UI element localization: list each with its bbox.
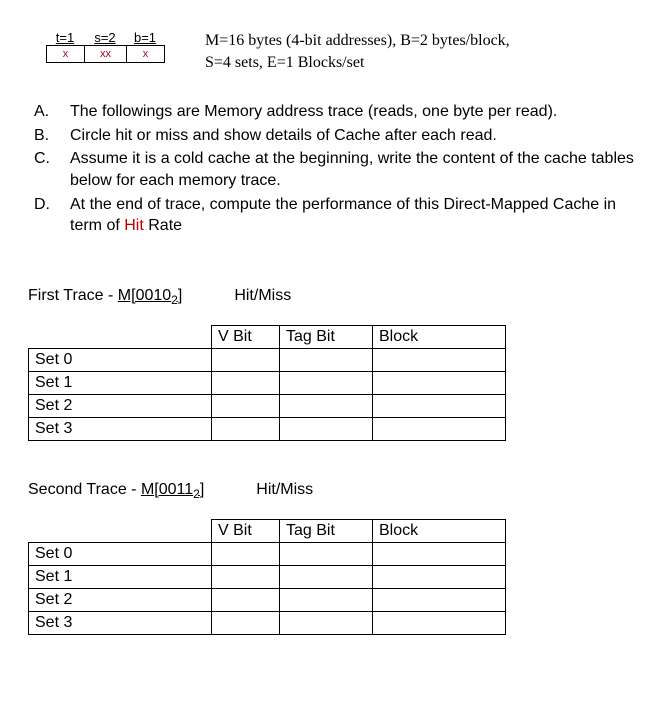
block-bits-cell: x bbox=[126, 45, 165, 63]
vbit-cell[interactable] bbox=[212, 394, 280, 417]
table-header-row: V Bit Tag Bit Block bbox=[29, 325, 506, 348]
trace-address-sub: 2 bbox=[171, 293, 178, 307]
address-format-boxes: x xx x bbox=[46, 45, 165, 63]
question-text: The followings are Memory address trace … bbox=[70, 101, 643, 123]
tagbit-cell[interactable] bbox=[280, 394, 373, 417]
question-letter: A. bbox=[34, 101, 54, 123]
table-row: Set 2 bbox=[29, 589, 506, 612]
block-cell[interactable] bbox=[373, 566, 506, 589]
vbit-cell[interactable] bbox=[212, 348, 280, 371]
table-corner bbox=[29, 520, 212, 543]
set-label: Set 3 bbox=[29, 417, 212, 440]
tagbit-cell[interactable] bbox=[280, 348, 373, 371]
table-row: Set 3 bbox=[29, 612, 506, 635]
second-trace-label: Second Trace - M[00112] Hit/Miss bbox=[28, 481, 643, 501]
set-bits-label: s=2 bbox=[84, 30, 126, 45]
question-a: A. The followings are Memory address tra… bbox=[34, 101, 643, 123]
trace-name: Second Trace bbox=[28, 481, 131, 498]
question-d: D. At the end of trace, compute the perf… bbox=[34, 194, 643, 237]
second-cache-table: V Bit Tag Bit Block Set 0 Set 1 Set 2 Se… bbox=[28, 519, 506, 635]
trace-dash: - bbox=[131, 481, 141, 498]
question-d-post: Rate bbox=[144, 217, 182, 234]
question-text: At the end of trace, compute the perform… bbox=[70, 194, 643, 237]
set-label: Set 1 bbox=[29, 371, 212, 394]
block-cell[interactable] bbox=[373, 348, 506, 371]
question-letter: D. bbox=[34, 194, 54, 237]
block-cell[interactable] bbox=[373, 589, 506, 612]
vbit-cell[interactable] bbox=[212, 371, 280, 394]
tagbit-cell[interactable] bbox=[280, 543, 373, 566]
set-label: Set 0 bbox=[29, 543, 212, 566]
cache-config: M=16 bytes (4-bit addresses), B=2 bytes/… bbox=[205, 30, 510, 73]
question-letter: B. bbox=[34, 125, 54, 147]
block-header: Block bbox=[373, 325, 506, 348]
vbit-cell[interactable] bbox=[212, 589, 280, 612]
trace-dash: - bbox=[108, 287, 118, 304]
question-text: Assume it is a cold cache at the beginni… bbox=[70, 148, 643, 191]
question-letter: C. bbox=[34, 148, 54, 191]
top-row: t=1 s=2 b=1 x xx x M=16 bytes (4-bit add… bbox=[28, 30, 643, 73]
block-bits-label: b=1 bbox=[126, 30, 164, 45]
tagbit-cell[interactable] bbox=[280, 417, 373, 440]
tagbit-cell[interactable] bbox=[280, 589, 373, 612]
first-trace-label: First Trace - M[00102] Hit/Miss bbox=[28, 287, 643, 307]
block-cell[interactable] bbox=[373, 612, 506, 635]
vbit-header: V Bit bbox=[212, 520, 280, 543]
question-text: Circle hit or miss and show details of C… bbox=[70, 125, 643, 147]
question-b: B. Circle hit or miss and show details o… bbox=[34, 125, 643, 147]
block-header: Block bbox=[373, 520, 506, 543]
set-label: Set 1 bbox=[29, 566, 212, 589]
set-bits-cell: xx bbox=[84, 45, 126, 63]
block-cell[interactable] bbox=[373, 394, 506, 417]
hit-miss-label: Hit/Miss bbox=[256, 481, 313, 499]
vbit-cell[interactable] bbox=[212, 417, 280, 440]
tagbit-header: Tag Bit bbox=[280, 520, 373, 543]
question-list: A. The followings are Memory address tra… bbox=[34, 101, 643, 237]
table-corner bbox=[29, 325, 212, 348]
trace-name: First Trace bbox=[28, 287, 108, 304]
tagbit-cell[interactable] bbox=[280, 566, 373, 589]
cache-config-line2: S=4 sets, E=1 Blocks/set bbox=[205, 52, 510, 74]
tagbit-header: Tag Bit bbox=[280, 325, 373, 348]
question-c: C. Assume it is a cold cache at the begi… bbox=[34, 148, 643, 191]
table-header-row: V Bit Tag Bit Block bbox=[29, 520, 506, 543]
set-label: Set 2 bbox=[29, 589, 212, 612]
tagbit-cell[interactable] bbox=[280, 371, 373, 394]
tag-bits-label: t=1 bbox=[46, 30, 84, 45]
trace-address-pre: M[0010 bbox=[118, 287, 171, 304]
first-cache-table: V Bit Tag Bit Block Set 0 Set 1 Set 2 Se… bbox=[28, 325, 506, 441]
question-d-hit: Hit bbox=[124, 217, 144, 234]
table-row: Set 3 bbox=[29, 417, 506, 440]
table-row: Set 0 bbox=[29, 348, 506, 371]
table-row: Set 0 bbox=[29, 543, 506, 566]
vbit-header: V Bit bbox=[212, 325, 280, 348]
trace-address: M[00112] bbox=[141, 481, 204, 498]
trace-address: M[00102] bbox=[118, 287, 183, 304]
address-format-labels: t=1 s=2 b=1 bbox=[46, 30, 165, 45]
vbit-cell[interactable] bbox=[212, 612, 280, 635]
hit-miss-label: Hit/Miss bbox=[234, 287, 291, 305]
block-cell[interactable] bbox=[373, 543, 506, 566]
table-row: Set 1 bbox=[29, 566, 506, 589]
trace-address-post: ] bbox=[178, 287, 182, 304]
block-cell[interactable] bbox=[373, 371, 506, 394]
set-label: Set 0 bbox=[29, 348, 212, 371]
page: t=1 s=2 b=1 x xx x M=16 bytes (4-bit add… bbox=[0, 0, 671, 635]
trace-address-post: ] bbox=[200, 481, 204, 498]
set-label: Set 3 bbox=[29, 612, 212, 635]
block-cell[interactable] bbox=[373, 417, 506, 440]
tagbit-cell[interactable] bbox=[280, 612, 373, 635]
trace-address-pre: M[0011 bbox=[141, 481, 193, 498]
table-row: Set 2 bbox=[29, 394, 506, 417]
vbit-cell[interactable] bbox=[212, 566, 280, 589]
address-format: t=1 s=2 b=1 x xx x bbox=[46, 30, 165, 63]
trace-address-sub: 2 bbox=[193, 487, 200, 501]
set-label: Set 2 bbox=[29, 394, 212, 417]
tag-bits-cell: x bbox=[46, 45, 84, 63]
cache-config-line1: M=16 bytes (4-bit addresses), B=2 bytes/… bbox=[205, 30, 510, 52]
table-row: Set 1 bbox=[29, 371, 506, 394]
vbit-cell[interactable] bbox=[212, 543, 280, 566]
